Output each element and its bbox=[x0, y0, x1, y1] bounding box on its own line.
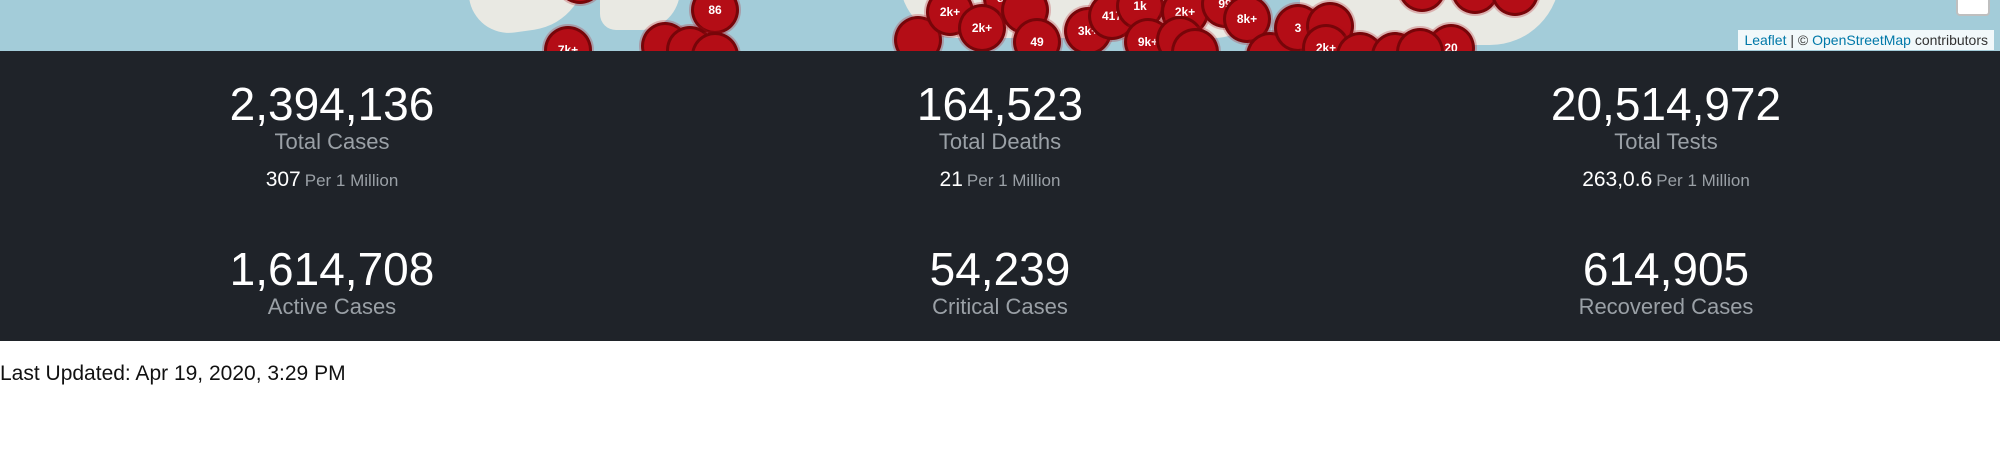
stat-total-cases: 2,394,136 Total Cases bbox=[82, 79, 582, 155]
per-million-label: Per 1 Million bbox=[966, 171, 1061, 190]
map-cluster-marker[interactable]: 7k+ bbox=[544, 26, 592, 51]
stat-total-tests: 20,514,972 Total Tests bbox=[1416, 79, 1916, 155]
attribution-separator: | © bbox=[1790, 32, 1809, 48]
per-million-total-tests: 263,0.6 Per 1 Million bbox=[1416, 168, 1916, 192]
per-million-value: 21 bbox=[939, 168, 963, 191]
per-million-value: 263,0.6 bbox=[1582, 168, 1653, 191]
stat-label: Recovered Cases bbox=[1578, 294, 1754, 319]
map-attribution: Leaflet | © OpenStreetMap contributors bbox=[1738, 30, 1994, 50]
stat-label: Critical Cases bbox=[932, 294, 1068, 319]
stat-critical-cases: 54,239 Critical Cases bbox=[750, 244, 1250, 320]
stat-value: 164,523 bbox=[916, 78, 1084, 130]
per-million-label: Per 1 Million bbox=[304, 171, 399, 190]
stat-recovered-cases: 614,905 Recovered Cases bbox=[1416, 244, 1916, 320]
stat-label: Total Cases bbox=[274, 129, 390, 154]
stat-active-cases: 1,614,708 Active Cases bbox=[82, 244, 582, 320]
map-cluster-marker[interactable]: 2k+ bbox=[958, 4, 1006, 51]
per-million-value: 307 bbox=[265, 168, 301, 191]
map-zoom-control[interactable] bbox=[1956, 0, 1990, 16]
stat-label: Total Tests bbox=[1614, 129, 1718, 154]
openstreetmap-link[interactable]: OpenStreetMap bbox=[1812, 32, 1911, 48]
per-million-label: Per 1 Million bbox=[1656, 171, 1750, 190]
last-updated-text: Last Updated: Apr 19, 2020, 3:29 PM bbox=[0, 362, 346, 385]
per-million-total-deaths: 21 Per 1 Million bbox=[750, 168, 1250, 192]
stat-value: 614,905 bbox=[1582, 243, 1750, 295]
attribution-contributors: contributors bbox=[1914, 32, 1988, 48]
stat-value: 54,239 bbox=[929, 243, 1071, 295]
leaflet-link[interactable]: Leaflet bbox=[1744, 32, 1786, 48]
stat-value: 20,514,972 bbox=[1550, 78, 1782, 130]
world-map[interactable]: 867k+2k+8662k+493k+4171k2k+9k+998k+32k+2… bbox=[0, 0, 2000, 51]
stat-label: Active Cases bbox=[267, 294, 397, 319]
stat-value: 1,614,708 bbox=[229, 243, 435, 295]
stat-label: Total Deaths bbox=[938, 129, 1062, 154]
stat-value: 2,394,136 bbox=[229, 78, 435, 130]
per-million-total-cases: 307 Per 1 Million bbox=[82, 168, 582, 192]
stat-total-deaths: 164,523 Total Deaths bbox=[750, 79, 1250, 155]
stats-panel: 2,394,136 Total Cases 307 Per 1 Million 1… bbox=[0, 51, 2000, 341]
